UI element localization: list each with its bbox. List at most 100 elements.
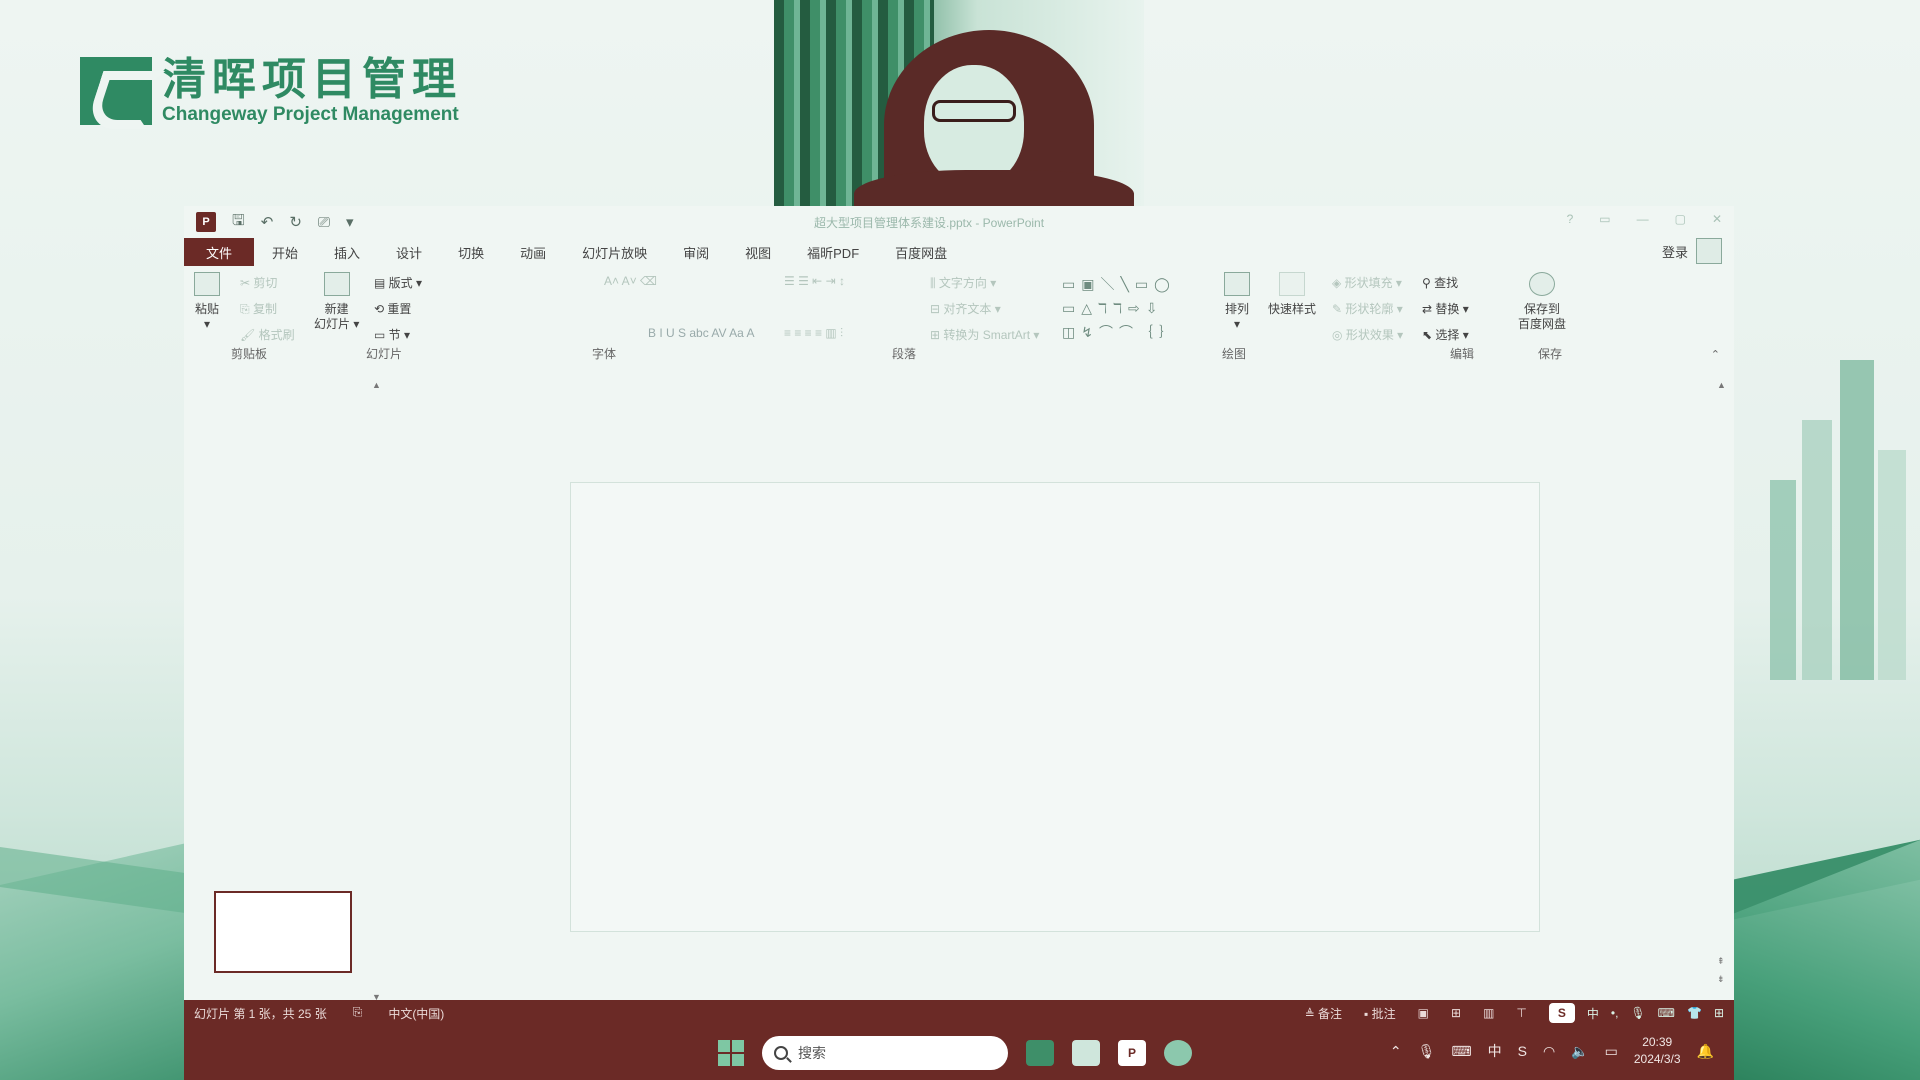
clock-date: 2024/3/3 [1633, 1052, 1681, 1066]
ime-mode-indicator[interactable]: 中 [1587, 1005, 1599, 1022]
input-language-indicator[interactable]: 中 [1488, 1041, 1502, 1061]
tab-insert[interactable]: 插入 [316, 238, 378, 266]
slide-counter: 幻灯片 第 1 张，共 25 张 [194, 1006, 327, 1021]
arrange-button[interactable]: 排列 ▾ [1224, 272, 1250, 332]
taskbar-app-icon[interactable] [1026, 1040, 1054, 1066]
select-button[interactable]: ⬉ 选择 ▾ [1422, 326, 1469, 343]
tab-file[interactable]: 文件 [184, 238, 255, 266]
slide-thumbnail[interactable] [214, 891, 352, 973]
format-painter-button[interactable]: 🖌 格式刷 [240, 326, 295, 343]
reading-view-icon[interactable]: ▥ [1483, 1006, 1494, 1020]
logo-chinese-name: 清晖项目管理 [162, 54, 462, 105]
next-slide-icon[interactable]: ⇟ [1717, 974, 1725, 985]
font-format-buttons[interactable]: B I U S abc AV Aa A [648, 326, 755, 340]
redo-icon[interactable]: ↻ [289, 213, 302, 231]
find-button[interactable]: ⚲ 查找 [1422, 274, 1458, 291]
wifi-icon[interactable]: ◠ [1543, 1043, 1555, 1060]
spell-check-icon[interactable]: ⎘ [353, 1005, 363, 1022]
section-button[interactable]: ▭ 节 ▾ [374, 326, 410, 343]
group-drawing: 排列 ▾ 快速样式 ◈ 形状填充 ▾ ✎ 形状轮廓 ▾ ◎ 形状效果 ▾ 绘图 [1054, 270, 1414, 370]
tab-view[interactable]: 视图 [727, 238, 789, 266]
group-label-slides: 幻灯片 [365, 347, 402, 361]
cut-button[interactable]: ✂ 剪切 [240, 274, 277, 291]
paste-button[interactable]: 粘贴 ▾ [194, 272, 220, 332]
taskbar-browser-icon[interactable] [1164, 1040, 1192, 1066]
tab-slideshow[interactable]: 幻灯片放映 [564, 238, 665, 266]
save-icon[interactable]: 🖫 [232, 210, 245, 235]
slide-thumbnails-pane: ▲ ▼ [184, 376, 384, 1006]
taskbar-powerpoint-icon[interactable]: P [1118, 1040, 1146, 1066]
volume-icon[interactable]: 🔈 [1571, 1043, 1588, 1060]
tab-home[interactable]: 开始 [254, 238, 316, 266]
system-clock[interactable]: 20:39 2024/3/3 [1634, 1034, 1681, 1068]
font-size-controls[interactable]: A˄ A˅ ⌫ [604, 274, 657, 288]
language-indicator[interactable]: 中文(中国) [388, 1005, 444, 1022]
sogou-tray-icon[interactable]: S [1518, 1043, 1527, 1059]
tab-foxit-pdf[interactable]: 福昕PDF [789, 238, 877, 266]
text-direction-button[interactable]: ⫼ 文字方向 ▾ [930, 274, 996, 291]
align-buttons[interactable]: ≡ ≡ ≡ ≡ ▥ ⫶ [784, 326, 843, 341]
save-to-baidu-button[interactable]: 保存到 百度网盘 [1518, 272, 1566, 332]
windows-start-icon[interactable] [718, 1040, 744, 1066]
slide-sorter-icon[interactable]: ⊞ [1451, 1006, 1461, 1020]
undo-icon[interactable]: ↶ [261, 213, 274, 231]
notification-bell-icon[interactable]: 🔔 [1697, 1043, 1714, 1060]
quick-styles-button[interactable]: 快速样式 [1268, 272, 1316, 317]
scroll-up-icon[interactable]: ▲ [372, 380, 381, 390]
keyboard-icon[interactable]: ⌨ [1451, 1043, 1471, 1060]
slide-canvas[interactable] [570, 482, 1540, 932]
background-hill-right [1730, 840, 1920, 1080]
shape-effects-button[interactable]: ◎ 形状效果 ▾ [1332, 326, 1403, 343]
tab-design[interactable]: 设计 [378, 238, 440, 266]
normal-view-icon[interactable]: ▣ [1418, 1006, 1429, 1020]
tab-animations[interactable]: 动画 [502, 238, 564, 266]
skin-icon[interactable]: 👕 [1687, 1006, 1702, 1020]
tab-baidu-netdisk[interactable]: 百度网盘 [877, 238, 965, 266]
voice-input-icon[interactable]: 🎙 [1630, 1006, 1645, 1020]
customize-qat-icon[interactable]: ▾ [346, 213, 354, 231]
baidu-netdisk-icon [1529, 272, 1555, 296]
ime-toolbar: S 中 •, 🎙 ⌨ 👕 ⊞ [1548, 1003, 1724, 1023]
convert-smartart-button[interactable]: ⊞ 转换为 SmartArt ▾ [930, 326, 1039, 343]
punctuation-icon[interactable]: •, [1611, 1006, 1619, 1020]
comments-button[interactable]: ▪ 批注 [1364, 1005, 1396, 1022]
minimize-button[interactable]: — [1637, 212, 1649, 226]
taskbar-search-input[interactable]: 搜索 [762, 1036, 1008, 1070]
help-button[interactable]: ? [1567, 212, 1574, 226]
slideshow-from-start-icon[interactable]: ⎚ [318, 214, 330, 231]
list-buttons[interactable]: ☰ ☰ ⇤ ⇥ ↕ [784, 274, 845, 288]
show-hidden-icons-icon[interactable]: ⌃ [1390, 1043, 1402, 1060]
keyboard-icon[interactable]: ⌨ [1658, 1006, 1675, 1020]
copy-button[interactable]: ⎘ 复制 [240, 300, 277, 317]
powerpoint-app-icon[interactable]: P [196, 212, 216, 232]
shape-fill-button[interactable]: ◈ 形状填充 ▾ [1332, 274, 1402, 291]
microphone-icon[interactable]: 🎙 [1418, 1043, 1436, 1060]
close-button[interactable]: ✕ [1712, 212, 1722, 226]
toolbox-icon[interactable]: ⊞ [1714, 1006, 1724, 1020]
sign-in[interactable]: 登录 [1662, 238, 1722, 264]
layout-button[interactable]: ▤ 版式 ▾ [374, 274, 422, 291]
notes-button[interactable]: ≜ 备注 [1305, 1005, 1342, 1022]
sign-in-label[interactable]: 登录 [1662, 242, 1688, 261]
shape-outline-button[interactable]: ✎ 形状轮廓 ▾ [1332, 300, 1403, 317]
sogou-ime-icon[interactable]: S [1548, 1003, 1575, 1023]
align-text-button[interactable]: ⊟ 对齐文本 ▾ [930, 300, 1001, 317]
system-tray: ⌃ 🎙 ⌨ 中 S ◠ 🔈 ▭ 20:39 2024/3/3 🔔 [1390, 1034, 1714, 1068]
replace-button[interactable]: ⇄ 替换 ▾ [1422, 300, 1469, 317]
taskbar-files-icon[interactable] [1072, 1040, 1100, 1066]
tab-review[interactable]: 审阅 [665, 238, 727, 266]
collapse-ribbon-button[interactable]: ⌃ [1711, 348, 1720, 361]
thumbnail-scrollbar[interactable]: ▲ ▼ [370, 376, 384, 1006]
slideshow-view-icon[interactable]: ⊤ [1516, 1006, 1526, 1020]
previous-slide-icon[interactable]: ⇞ [1717, 956, 1725, 967]
maximize-button[interactable]: ▢ [1675, 212, 1686, 226]
battery-icon[interactable]: ▭ [1605, 1043, 1618, 1060]
reset-button[interactable]: ⟲ 重置 [374, 300, 411, 317]
scroll-up-icon[interactable]: ▲ [1717, 380, 1726, 390]
new-slide-button[interactable]: 新建 幻灯片 ▾ [314, 272, 359, 332]
avatar[interactable] [1696, 238, 1722, 264]
ribbon-display-options-button[interactable]: ▭ [1599, 212, 1610, 226]
title-bar: P 🖫 ↶ ↻ ⎚ ▾ 超大型项目管理体系建设.pptx - PowerPoin… [184, 206, 1734, 238]
slide-scrollbar[interactable]: ▲ ⇞ ⇟ [1714, 376, 1730, 1006]
tab-transitions[interactable]: 切换 [440, 238, 502, 266]
